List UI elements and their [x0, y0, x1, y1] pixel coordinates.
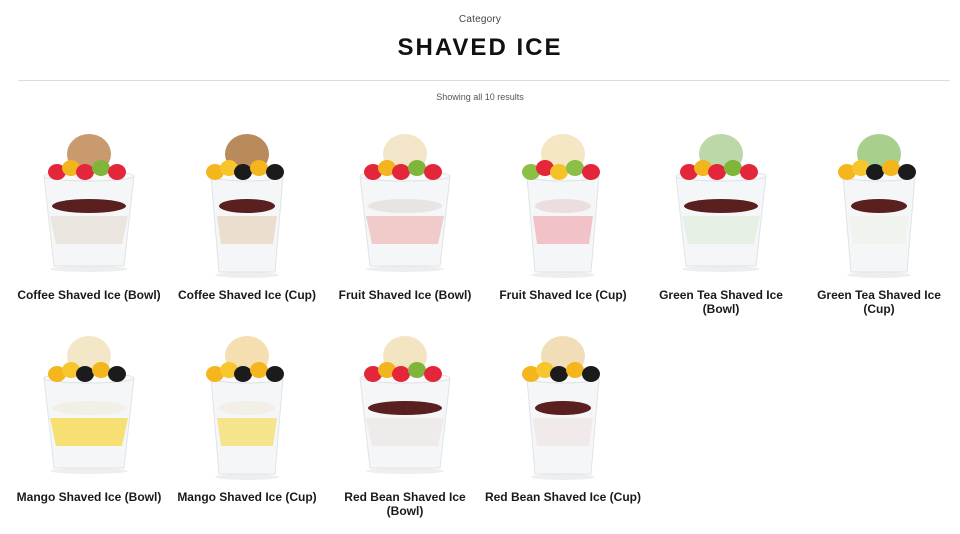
product-card[interactable]: Green Tea Shaved Ice (Bowl) — [642, 118, 800, 318]
product-thumbnail[interactable] — [168, 320, 326, 484]
product-card[interactable]: Coffee Shaved Ice (Cup) — [168, 118, 326, 318]
result-count: Showing all 10 results — [436, 92, 524, 102]
product-image[interactable] — [326, 320, 484, 484]
category-header: Category SHAVED ICE — [0, 0, 960, 80]
product-image[interactable] — [484, 118, 642, 282]
product-name-link[interactable]: Mango Shaved Ice (Cup) — [168, 490, 326, 504]
product-thumbnail[interactable] — [800, 118, 958, 282]
category-eyebrow: Category — [458, 14, 502, 25]
product-thumbnail[interactable] — [168, 118, 326, 282]
product-name-link[interactable]: Red Bean Shaved Ice (Bowl) — [326, 490, 484, 518]
product-image[interactable] — [800, 118, 958, 282]
product-name-link[interactable]: Green Tea Shaved Ice (Cup) — [800, 288, 958, 316]
product-image[interactable] — [10, 118, 168, 282]
product-thumbnail[interactable] — [10, 320, 168, 484]
product-name-link[interactable]: Fruit Shaved Ice (Cup) — [484, 288, 642, 302]
product-name-link[interactable]: Coffee Shaved Ice (Bowl) — [10, 288, 168, 302]
header-divider — [18, 80, 950, 81]
product-card[interactable]: Mango Shaved Ice (Bowl) — [10, 320, 168, 520]
product-name-link[interactable]: Mango Shaved Ice (Bowl) — [10, 490, 168, 504]
product-card[interactable]: Coffee Shaved Ice (Bowl) — [10, 118, 168, 318]
product-thumbnail[interactable] — [484, 118, 642, 282]
product-name-link[interactable]: Green Tea Shaved Ice (Bowl) — [642, 288, 800, 316]
page-title: SHAVED ICE — [397, 34, 563, 61]
product-card[interactable]: Red Bean Shaved Ice (Bowl) — [326, 320, 484, 520]
product-card[interactable]: Green Tea Shaved Ice (Cup) — [800, 118, 958, 318]
product-image[interactable] — [168, 320, 326, 484]
product-image[interactable] — [168, 118, 326, 282]
product-thumbnail[interactable] — [10, 118, 168, 282]
product-image[interactable] — [10, 320, 168, 484]
product-name-link[interactable]: Red Bean Shaved Ice (Cup) — [484, 490, 642, 504]
product-image[interactable] — [484, 320, 642, 484]
product-card[interactable]: Fruit Shaved Ice (Bowl) — [326, 118, 484, 318]
product-thumbnail[interactable] — [326, 320, 484, 484]
product-card[interactable]: Fruit Shaved Ice (Cup) — [484, 118, 642, 318]
product-card[interactable]: Mango Shaved Ice (Cup) — [168, 320, 326, 520]
product-image[interactable] — [642, 118, 800, 282]
product-name-link[interactable]: Fruit Shaved Ice (Bowl) — [326, 288, 484, 302]
product-thumbnail[interactable] — [326, 118, 484, 282]
product-name-link[interactable]: Coffee Shaved Ice (Cup) — [168, 288, 326, 302]
product-card[interactable]: Red Bean Shaved Ice (Cup) — [484, 320, 642, 520]
product-image[interactable] — [326, 118, 484, 282]
product-thumbnail[interactable] — [484, 320, 642, 484]
product-thumbnail[interactable] — [642, 118, 800, 282]
